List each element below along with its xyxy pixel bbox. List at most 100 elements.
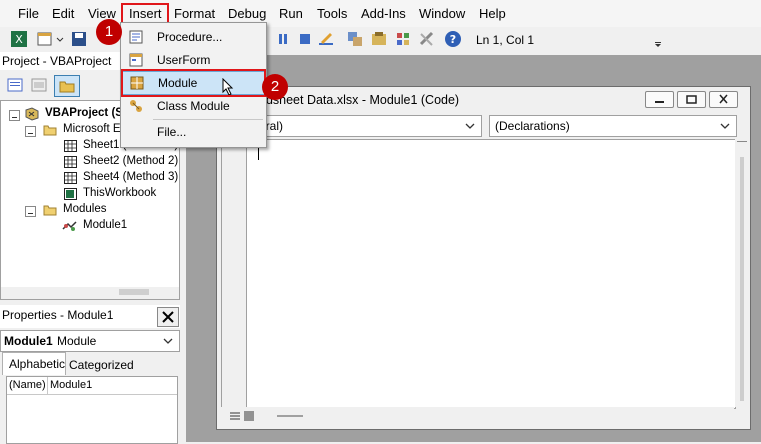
tree-modules[interactable]: Modules bbox=[63, 203, 106, 215]
cursor-position: Ln 1, Col 1 bbox=[476, 33, 535, 47]
tree-excel-objects[interactable]: Microsoft Ex bbox=[63, 123, 126, 135]
properties-tabs: Alphabetic Categorized bbox=[0, 352, 180, 375]
menu-tools[interactable]: Tools bbox=[317, 6, 347, 21]
code-window-titlebar: adsheet Data.xlsx - Module1 (Code) bbox=[217, 87, 750, 111]
procedure-icon bbox=[129, 30, 143, 44]
property-row[interactable]: (Name) Module1 bbox=[7, 377, 177, 395]
properties-grid: (Name) Module1 bbox=[6, 376, 178, 444]
scroll-thumb[interactable] bbox=[740, 157, 744, 401]
procedure-view-icon[interactable] bbox=[229, 410, 241, 422]
code-window-title: adsheet Data.xlsx - Module1 (Code) bbox=[259, 93, 460, 107]
property-value[interactable]: Module1 bbox=[50, 379, 92, 391]
menu-add-ins[interactable]: Add-Ins bbox=[361, 6, 406, 21]
vertical-scrollbar[interactable] bbox=[735, 139, 749, 407]
svg-text:X: X bbox=[15, 33, 23, 46]
folder-open-icon bbox=[43, 124, 57, 136]
worksheet-icon bbox=[64, 172, 77, 184]
menu-file[interactable]: File bbox=[18, 6, 39, 21]
collapse-icon[interactable] bbox=[25, 206, 36, 217]
close-button[interactable] bbox=[709, 91, 738, 108]
tree-thisworkbook[interactable]: ThisWorkbook bbox=[83, 187, 156, 199]
tree-scrollbar[interactable] bbox=[1, 287, 179, 299]
minimize-icon bbox=[655, 101, 664, 103]
menu-help[interactable]: Help bbox=[479, 6, 506, 21]
reset-icon[interactable] bbox=[296, 30, 314, 48]
toolbar-options-icon[interactable] bbox=[653, 32, 663, 50]
tree-sheet2[interactable]: Sheet2 (Method 2) bbox=[83, 155, 178, 167]
class-module-label: Class Module bbox=[157, 99, 230, 113]
minimize-button[interactable] bbox=[645, 91, 674, 108]
full-module-view-icon[interactable] bbox=[243, 410, 255, 422]
design-mode-icon[interactable] bbox=[317, 30, 335, 48]
toolbox-icon[interactable] bbox=[418, 30, 436, 48]
scroll-split-handle[interactable] bbox=[737, 141, 747, 145]
restore-icon bbox=[686, 95, 697, 104]
horizontal-scroll-thumb[interactable] bbox=[277, 415, 303, 417]
menu-item-userform[interactable]: UserForm bbox=[121, 49, 266, 71]
userform-icon bbox=[129, 53, 143, 67]
close-icon bbox=[719, 94, 728, 104]
help-icon[interactable]: ? bbox=[444, 30, 462, 48]
property-name: (Name) bbox=[9, 379, 46, 391]
tree-vbaproject[interactable]: VBAProject (S bbox=[45, 107, 123, 119]
view-object-icon[interactable] bbox=[31, 78, 47, 92]
svg-text:?: ? bbox=[450, 33, 456, 46]
vba-project-icon bbox=[25, 107, 39, 121]
menu-item-file[interactable]: File... bbox=[121, 121, 266, 143]
collapse-icon[interactable] bbox=[9, 110, 20, 121]
object-selector[interactable]: Module1 Module bbox=[0, 330, 180, 352]
workbook-icon bbox=[64, 188, 77, 200]
tree-scroll-thumb[interactable] bbox=[119, 289, 149, 295]
tree-sheet4[interactable]: Sheet4 (Method 3) bbox=[83, 171, 178, 183]
toggle-folders-button[interactable] bbox=[54, 75, 80, 97]
close-properties-button[interactable] bbox=[157, 307, 179, 327]
step-badge-1: 1 bbox=[96, 19, 122, 45]
collapse-icon[interactable] bbox=[25, 126, 36, 137]
menu-window[interactable]: Window bbox=[419, 6, 465, 21]
chevron-down-icon[interactable] bbox=[161, 334, 175, 348]
excel-icon[interactable]: X bbox=[10, 30, 28, 48]
procedure-combo[interactable]: (Declarations) bbox=[489, 115, 737, 137]
code-editor[interactable] bbox=[221, 139, 736, 409]
menu-format[interactable]: Format bbox=[174, 6, 215, 21]
chevron-down-icon[interactable] bbox=[463, 119, 477, 133]
tab-categorized[interactable]: Categorized bbox=[66, 355, 134, 374]
tab-categorized-label: Categorized bbox=[69, 358, 134, 372]
worksheet-icon bbox=[64, 140, 77, 152]
break-icon[interactable] bbox=[274, 30, 292, 48]
menu-item-class-module[interactable]: Class Module bbox=[121, 95, 266, 117]
menu-debug[interactable]: Debug bbox=[228, 6, 266, 21]
chevron-down-icon[interactable] bbox=[55, 30, 65, 48]
object-name: Module1 bbox=[4, 334, 53, 348]
properties-window-icon[interactable] bbox=[370, 30, 388, 48]
menu-edit[interactable]: Edit bbox=[52, 6, 74, 21]
object-browser-icon[interactable] bbox=[394, 30, 412, 48]
menu-item-procedure[interactable]: Procedure... bbox=[121, 26, 266, 48]
chevron-down-icon[interactable] bbox=[718, 119, 732, 133]
tab-alphabetic[interactable]: Alphabetic bbox=[2, 352, 66, 375]
procedure-combo-value: (Declarations) bbox=[495, 119, 570, 133]
step-badge-2: 2 bbox=[262, 74, 288, 100]
view-code-icon[interactable] bbox=[7, 78, 23, 92]
menu-separator bbox=[153, 119, 263, 120]
insert-object-icon[interactable] bbox=[36, 30, 54, 48]
restore-button[interactable] bbox=[677, 91, 706, 108]
tree-module1[interactable]: Module1 bbox=[83, 219, 127, 231]
procedure-label: Procedure... bbox=[157, 30, 223, 44]
object-type: Module bbox=[57, 334, 97, 348]
column-divider bbox=[47, 377, 48, 394]
project-title-text: Project - VBAProject bbox=[2, 54, 112, 68]
menu-run[interactable]: Run bbox=[279, 6, 303, 21]
save-icon[interactable] bbox=[70, 30, 88, 48]
properties-pane-title: Properties - Module1 bbox=[0, 305, 180, 328]
file-label: File... bbox=[157, 125, 187, 139]
class-module-icon bbox=[129, 99, 143, 113]
folder-icon bbox=[59, 81, 75, 93]
margin-indicator-bar[interactable] bbox=[222, 140, 247, 408]
tab-alphabetic-label: Alphabetic bbox=[9, 357, 66, 371]
project-explorer-icon[interactable] bbox=[346, 30, 364, 48]
module-icon bbox=[62, 220, 77, 232]
text-cursor bbox=[258, 146, 259, 160]
module-highlight bbox=[121, 69, 266, 97]
folder-open-icon bbox=[43, 204, 57, 216]
